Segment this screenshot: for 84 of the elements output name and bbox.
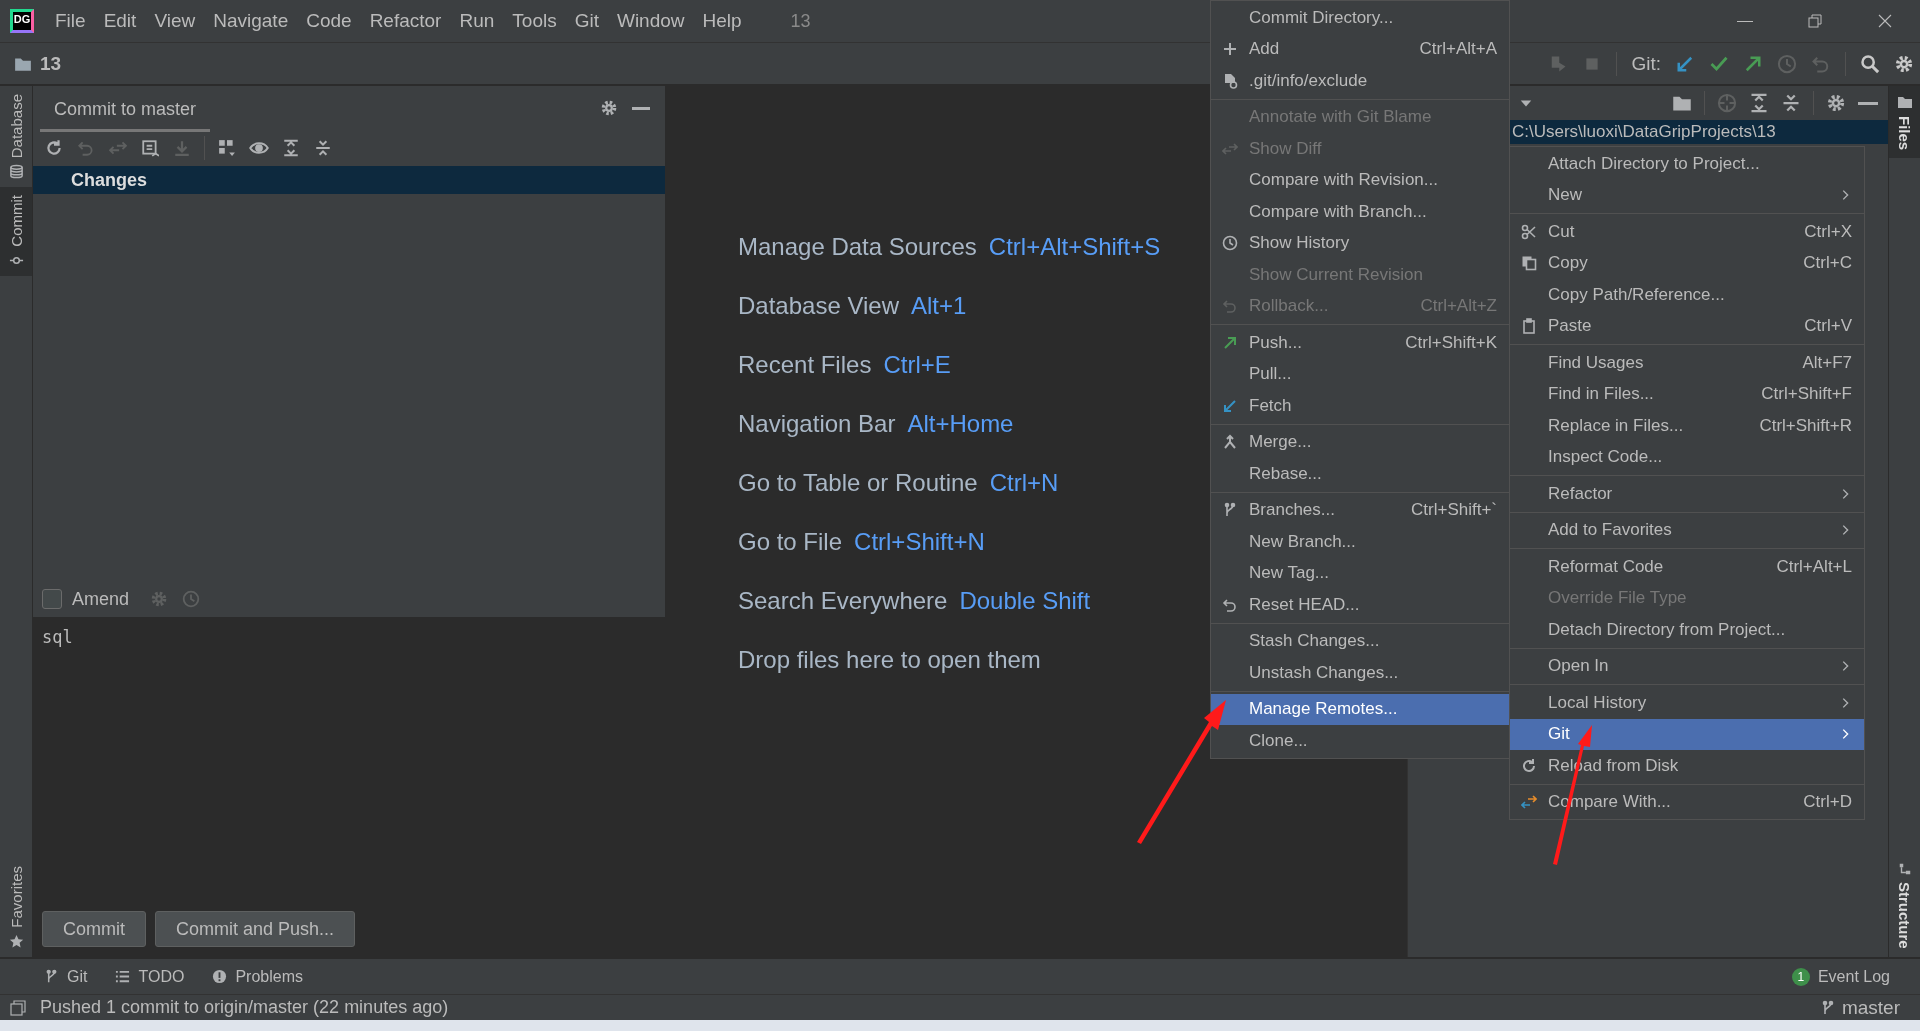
app-logo: DG (10, 9, 34, 33)
tool-window-button[interactable]: Favorites (0, 858, 32, 957)
menu-item[interactable]: Fetch (1211, 390, 1509, 422)
menu-bar-item[interactable]: Tools (503, 10, 566, 32)
menu-item[interactable]: Open In (1510, 650, 1864, 682)
hint-text: Search Everywhere (738, 587, 948, 615)
menu-item[interactable]: Merge... (1211, 426, 1509, 458)
shortcut-text: Ctrl+Shift+N (854, 528, 985, 556)
menu-item[interactable]: New Tag... (1211, 557, 1509, 589)
hint-text: Go to Table or Routine (738, 469, 978, 497)
menu-item[interactable]: Copy Ctrl+C (1510, 247, 1864, 279)
menu-item[interactable]: .git/info/exclude (1211, 65, 1509, 97)
menu-item[interactable]: Replace in Files... Ctrl+Shift+R (1510, 410, 1864, 442)
hint-text: Navigation Bar (738, 410, 896, 438)
menu-bar-item[interactable]: Refactor (360, 10, 451, 32)
menu-item[interactable]: Git (1510, 718, 1864, 750)
menu-item[interactable]: Paste Ctrl+V (1510, 310, 1864, 342)
menu-item[interactable]: Pull... (1211, 358, 1509, 390)
menu-item[interactable]: Find Usages Alt+F7 (1510, 347, 1864, 379)
shortcut-text: Alt+Home (907, 410, 1014, 438)
menu-item[interactable]: Attach Directory to Project... (1510, 148, 1864, 180)
shortcut-text: Alt+1 (911, 292, 967, 320)
menu-bar-item[interactable]: Edit (94, 10, 146, 32)
tree-item[interactable]: Changes (33, 166, 665, 194)
menu-bar-item[interactable]: File (46, 10, 95, 32)
menu-item[interactable]: Clone... (1211, 725, 1509, 757)
menu-item[interactable]: New (1510, 179, 1864, 211)
menu-item[interactable]: Add Ctrl+Alt+A (1211, 33, 1509, 65)
menu-item[interactable]: Copy Path/Reference... (1510, 279, 1864, 311)
menu-item[interactable]: Add to Favorites (1510, 514, 1864, 546)
count-badge: 1 (1791, 967, 1810, 986)
shortcut-text: Ctrl+E (883, 351, 951, 379)
menu-item[interactable]: Refactor (1510, 478, 1864, 510)
menu-item[interactable]: Show History (1211, 227, 1509, 259)
menu-bar-item[interactable]: Git (565, 10, 608, 32)
menu-bar-item[interactable]: Help (693, 10, 751, 32)
shortcut-text: Ctrl+N (989, 469, 1059, 497)
menu-item[interactable]: Find in Files... Ctrl+Shift+F (1510, 378, 1864, 410)
menu-item[interactable]: Inspect Code... (1510, 441, 1864, 473)
menu-item[interactable]: Detach Directory from Project... (1510, 614, 1864, 646)
menu-item[interactable]: Reset HEAD... (1211, 589, 1509, 621)
hint-text: Database View (738, 292, 899, 320)
commit-button[interactable]: Commit (42, 911, 146, 947)
hint-text: Recent Files (738, 351, 872, 379)
branch-widget[interactable]: master (1819, 996, 1900, 1019)
menu-item[interactable]: Compare with Revision... (1211, 164, 1509, 196)
window-title: 13 (790, 10, 811, 32)
menu-bar-item[interactable]: Navigate (204, 10, 298, 32)
event-log-button[interactable]: 1 Event Log (1791, 967, 1890, 986)
menu-item[interactable]: Push... Ctrl+Shift+K (1211, 327, 1509, 359)
menu-item[interactable]: New Branch... (1211, 526, 1509, 558)
menu-item[interactable]: Rebase... (1211, 458, 1509, 490)
commit-message-field[interactable]: sql (42, 617, 665, 911)
menu-item[interactable]: Branches... Ctrl+Shift+` (1211, 494, 1509, 526)
shortcut-text: Double Shift (959, 587, 1091, 615)
hint-text: Drop files here to open them (738, 646, 1041, 674)
menu-bar-item[interactable]: Run (450, 10, 504, 32)
shortcut-text: Ctrl+Alt+Shift+S (988, 233, 1161, 261)
vcs-label: Git: (1631, 52, 1661, 75)
tool-window-button[interactable]: Commit (0, 187, 32, 276)
menu-item[interactable]: Reformat Code Ctrl+Alt+L (1510, 551, 1864, 583)
tool-window-tab[interactable]: Git (44, 967, 88, 986)
menu-item[interactable]: Stash Changes... (1211, 625, 1509, 657)
hint-text: Manage Data Sources (738, 233, 977, 261)
tool-window-button[interactable]: Files (1889, 86, 1920, 159)
menu-item[interactable]: Compare with Branch... (1211, 196, 1509, 228)
checkbox-label[interactable]: Amend (72, 588, 130, 610)
menu-bar-item[interactable]: Code (297, 10, 361, 32)
tool-window-tab[interactable]: Problems (212, 967, 303, 986)
project-name[interactable]: 13 (40, 52, 62, 75)
menu-item[interactable]: Cut Ctrl+X (1510, 216, 1864, 248)
menu-item[interactable]: Commit Directory... (1211, 2, 1509, 34)
tool-window-button[interactable]: Structure (1889, 854, 1920, 957)
menu-item[interactable]: Manage Remotes... (1211, 693, 1509, 725)
status-message: Pushed 1 commit to origin/master (22 minutes ago) (40, 997, 449, 1018)
menu-item[interactable]: Local History (1510, 687, 1864, 719)
hint-text: Go to File (738, 528, 843, 556)
tool-window-button[interactable]: Database (0, 86, 32, 188)
menu-bar-item[interactable]: View (145, 10, 205, 32)
panel-tab[interactable]: Commit to master (40, 90, 211, 132)
commit-button[interactable]: Commit and Push... (155, 911, 356, 947)
menu-item[interactable]: Unstash Changes... (1211, 657, 1509, 689)
tool-window-tab[interactable]: TODO (115, 967, 185, 986)
menu-bar-item[interactable]: Window (607, 10, 694, 32)
